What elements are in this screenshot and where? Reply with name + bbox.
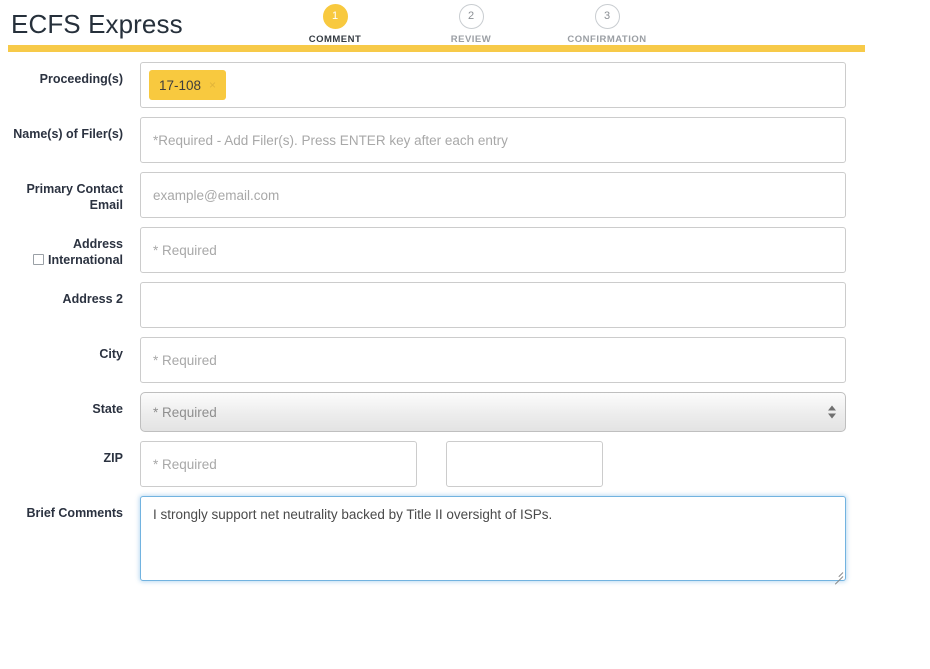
proceeding-tag-label: 17-108 xyxy=(159,77,202,93)
proceeding-tag[interactable]: 17-108 × xyxy=(149,70,227,100)
state-label: State xyxy=(92,402,123,416)
address-label: Address International xyxy=(0,227,140,268)
form-row-filers: Name(s) of Filer(s) xyxy=(0,117,930,163)
email-label-line1: Primary Contact xyxy=(26,182,123,196)
form-row-email: Primary Contact Email xyxy=(0,172,930,218)
step-review[interactable]: 2 REVIEW xyxy=(426,4,516,45)
city-label: City xyxy=(99,347,123,361)
filers-input[interactable] xyxy=(140,117,846,163)
step-3-circle: 3 xyxy=(594,4,620,29)
brief-comments-textarea[interactable] xyxy=(140,496,846,581)
zip-label: ZIP xyxy=(103,451,123,465)
address2-input[interactable] xyxy=(140,282,846,328)
step-comment[interactable]: 1 COMMENT xyxy=(290,4,380,45)
city-input[interactable] xyxy=(140,337,846,383)
form-row-state: State * Required xyxy=(0,392,930,432)
form-row-comments: Brief Comments xyxy=(0,496,930,585)
form-row-zip: ZIP xyxy=(0,441,930,487)
international-checkbox[interactable] xyxy=(32,254,44,265)
comments-label: Brief Comments xyxy=(26,506,123,520)
form-row-proceedings: Proceeding(s) 17-108 × xyxy=(0,62,930,108)
email-label: Primary Contact Email xyxy=(0,172,140,213)
step-2-circle: 2 xyxy=(458,4,484,29)
proceedings-label: Proceeding(s) xyxy=(39,72,123,86)
zip-input[interactable] xyxy=(140,441,417,487)
address-input[interactable] xyxy=(140,227,846,273)
address2-label: Address 2 xyxy=(62,292,123,306)
international-toggle[interactable]: International xyxy=(0,252,123,268)
address-label-line1: Address xyxy=(72,237,123,251)
form-row-address2: Address 2 xyxy=(0,282,930,328)
international-label: International xyxy=(47,253,123,267)
form-row-city: City xyxy=(0,337,930,383)
filers-label: Name(s) of Filer(s) xyxy=(13,127,123,141)
zip-extension-input[interactable] xyxy=(446,441,603,487)
page-header: ECFS Express 1 COMMENT 2 REVIEW 3 CONFIR… xyxy=(0,0,930,52)
comment-form: Proceeding(s) 17-108 × Name(s) of Filer(… xyxy=(0,44,930,585)
form-row-address: Address International xyxy=(0,227,930,273)
proceedings-input[interactable]: 17-108 × xyxy=(140,62,846,108)
page-title: ECFS Express xyxy=(11,9,183,39)
email-label-line2: Email xyxy=(89,198,123,212)
state-select[interactable]: * Required xyxy=(140,392,846,432)
step-1-circle: 1 xyxy=(322,4,348,29)
remove-tag-icon[interactable]: × xyxy=(209,79,216,91)
email-input[interactable] xyxy=(140,172,846,218)
progress-stepper: 1 COMMENT 2 REVIEW 3 CONFIRMATION xyxy=(290,4,652,45)
step-confirmation[interactable]: 3 CONFIRMATION xyxy=(562,4,652,45)
